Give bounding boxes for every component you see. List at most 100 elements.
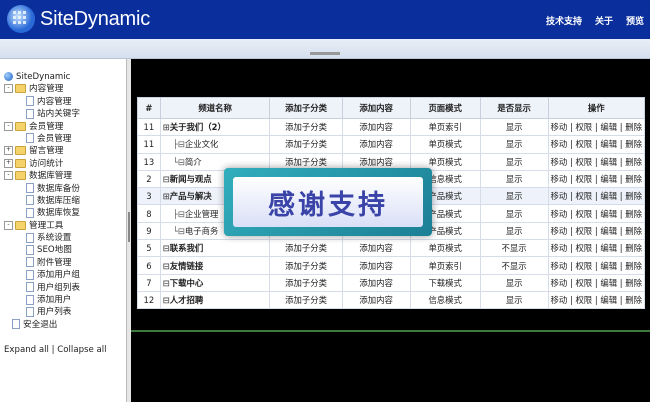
tree-item[interactable]: 安全退出 bbox=[4, 319, 80, 331]
tree-item[interactable]: 系统设置 bbox=[4, 232, 80, 244]
move-link[interactable]: 移动 bbox=[551, 261, 568, 271]
edit-link[interactable]: 编辑 bbox=[600, 261, 617, 271]
tree-item[interactable]: 数据库压缩 bbox=[4, 195, 80, 207]
move-link[interactable]: 移动 bbox=[551, 174, 568, 184]
delete-link[interactable]: 删除 bbox=[625, 209, 642, 219]
edit-link[interactable]: 编辑 bbox=[600, 226, 617, 236]
add-sub-link[interactable]: 添加子分类 bbox=[269, 273, 343, 292]
delete-link[interactable]: 删除 bbox=[625, 278, 642, 288]
permission-link[interactable]: 权限 bbox=[575, 243, 592, 253]
add-sub-link[interactable]: 添加子分类 bbox=[269, 256, 343, 275]
permission-link[interactable]: 权限 bbox=[575, 226, 592, 236]
tree-item[interactable]: 附件管理 bbox=[4, 257, 80, 269]
delete-link[interactable]: 删除 bbox=[625, 139, 642, 149]
splitter-handle[interactable] bbox=[128, 212, 130, 242]
tree-item[interactable]: - 管理工具 bbox=[4, 220, 80, 232]
row-name[interactable]: ⊟联系我们 bbox=[159, 239, 271, 258]
permission-link[interactable]: 权限 bbox=[575, 139, 592, 149]
permission-link[interactable]: 权限 bbox=[575, 191, 592, 201]
tree-expander-icon[interactable]: - bbox=[4, 171, 13, 181]
tree-expander-icon[interactable]: ⊟ bbox=[163, 261, 170, 271]
edit-link[interactable]: 编辑 bbox=[600, 278, 617, 288]
tree-expander-icon[interactable]: + bbox=[4, 146, 13, 156]
move-link[interactable]: 移动 bbox=[551, 243, 568, 253]
permission-link[interactable]: 权限 bbox=[575, 261, 592, 271]
tree-item[interactable]: 数据库备份 bbox=[4, 183, 80, 195]
delete-link[interactable]: 删除 bbox=[625, 261, 642, 271]
tree-item[interactable]: 添加用户组 bbox=[4, 269, 80, 281]
edit-link[interactable]: 编辑 bbox=[600, 243, 617, 253]
move-link[interactable]: 移动 bbox=[551, 278, 568, 288]
tree-expander-icon[interactable]: ⊞ bbox=[163, 191, 170, 201]
row-name[interactable]: ⊟下载中心 bbox=[159, 273, 271, 292]
tree-expander-icon[interactable]: ⊟ bbox=[163, 174, 170, 184]
tree-item[interactable]: 站内关键字 bbox=[4, 108, 80, 120]
tree-item[interactable]: 用户列表 bbox=[4, 306, 80, 318]
row-name[interactable]: ⊟人才招聘 bbox=[159, 290, 271, 310]
tree-expander-icon[interactable]: ⊞ bbox=[163, 122, 170, 132]
tree-item[interactable]: SEO地图 bbox=[4, 244, 80, 256]
tree-item[interactable]: + 留言管理 bbox=[4, 145, 80, 157]
tree-expander-icon[interactable]: ⊟ bbox=[163, 295, 170, 305]
tree-item[interactable]: - 内容管理 bbox=[4, 83, 80, 95]
add-content-link[interactable]: 添加内容 bbox=[341, 256, 411, 275]
edit-link[interactable]: 编辑 bbox=[600, 191, 617, 201]
edit-link[interactable]: 编辑 bbox=[600, 157, 617, 167]
permission-link[interactable]: 权限 bbox=[575, 157, 592, 167]
tree-expander-icon[interactable]: ├⊟ bbox=[163, 139, 185, 149]
add-sub-link[interactable]: 添加子分类 bbox=[269, 239, 343, 258]
permission-link[interactable]: 权限 bbox=[575, 295, 592, 305]
permission-link[interactable]: 权限 bbox=[575, 209, 592, 219]
permission-link[interactable]: 权限 bbox=[575, 174, 592, 184]
tree-expander-icon[interactable]: - bbox=[4, 121, 13, 131]
tree-expander-icon[interactable]: - bbox=[4, 220, 13, 230]
collapse-all-link[interactable]: Collapse all bbox=[57, 345, 106, 355]
tree-expander-icon[interactable]: └⊟ bbox=[163, 226, 185, 236]
row-name[interactable]: ├⊟企业文化 bbox=[159, 135, 271, 154]
move-link[interactable]: 移动 bbox=[551, 157, 568, 167]
tree-item[interactable]: 内容管理 bbox=[4, 96, 80, 108]
tree-item[interactable]: + 访问统计 bbox=[4, 158, 80, 170]
link-preview[interactable]: 预览 bbox=[626, 14, 644, 27]
tree-item[interactable]: 用户组列表 bbox=[4, 282, 80, 294]
tree-expander-icon[interactable]: ⊟ bbox=[163, 278, 170, 288]
tree-item[interactable]: 添加用户 bbox=[4, 294, 80, 306]
delete-link[interactable]: 删除 bbox=[625, 157, 642, 167]
tree-item[interactable]: - 会员管理 bbox=[4, 121, 80, 133]
resize-grip[interactable] bbox=[310, 52, 340, 55]
link-about[interactable]: 关于 bbox=[595, 14, 613, 27]
delete-link[interactable]: 删除 bbox=[625, 122, 642, 132]
tree-root[interactable]: SiteDynamic bbox=[4, 71, 80, 83]
add-sub-link[interactable]: 添加子分类 bbox=[269, 117, 343, 137]
delete-link[interactable]: 删除 bbox=[625, 191, 642, 201]
edit-link[interactable]: 编辑 bbox=[600, 209, 617, 219]
tree-expander-icon[interactable]: └⊟ bbox=[163, 157, 185, 167]
add-content-link[interactable]: 添加内容 bbox=[341, 290, 411, 310]
edit-link[interactable]: 编辑 bbox=[600, 174, 617, 184]
move-link[interactable]: 移动 bbox=[551, 295, 568, 305]
add-content-link[interactable]: 添加内容 bbox=[341, 273, 411, 292]
tree-expander-icon[interactable]: ⊟ bbox=[163, 243, 170, 253]
move-link[interactable]: 移动 bbox=[551, 139, 568, 149]
delete-link[interactable]: 删除 bbox=[625, 295, 642, 305]
move-link[interactable]: 移动 bbox=[551, 191, 568, 201]
tree-item[interactable]: 数据库恢复 bbox=[4, 207, 80, 219]
tree-expander-icon[interactable]: ├⊟ bbox=[163, 209, 185, 219]
tree-item[interactable]: - 数据库管理 bbox=[4, 170, 80, 182]
tree-item[interactable]: 会员管理 bbox=[4, 133, 80, 145]
row-name[interactable]: ⊞关于我们（2） bbox=[159, 117, 271, 137]
permission-link[interactable]: 权限 bbox=[575, 122, 592, 132]
tree-expander-icon[interactable]: + bbox=[4, 158, 13, 168]
add-sub-link[interactable]: 添加子分类 bbox=[269, 290, 343, 310]
permission-link[interactable]: 权限 bbox=[575, 278, 592, 288]
move-link[interactable]: 移动 bbox=[551, 209, 568, 219]
add-content-link[interactable]: 添加内容 bbox=[341, 117, 411, 137]
move-link[interactable]: 移动 bbox=[551, 122, 568, 132]
edit-link[interactable]: 编辑 bbox=[600, 295, 617, 305]
move-link[interactable]: 移动 bbox=[551, 226, 568, 236]
tree-expander-icon[interactable]: - bbox=[4, 84, 13, 94]
add-content-link[interactable]: 添加内容 bbox=[341, 135, 411, 154]
logo[interactable]: SiteDynamic bbox=[6, 4, 150, 34]
delete-link[interactable]: 删除 bbox=[625, 226, 642, 236]
edit-link[interactable]: 编辑 bbox=[600, 139, 617, 149]
